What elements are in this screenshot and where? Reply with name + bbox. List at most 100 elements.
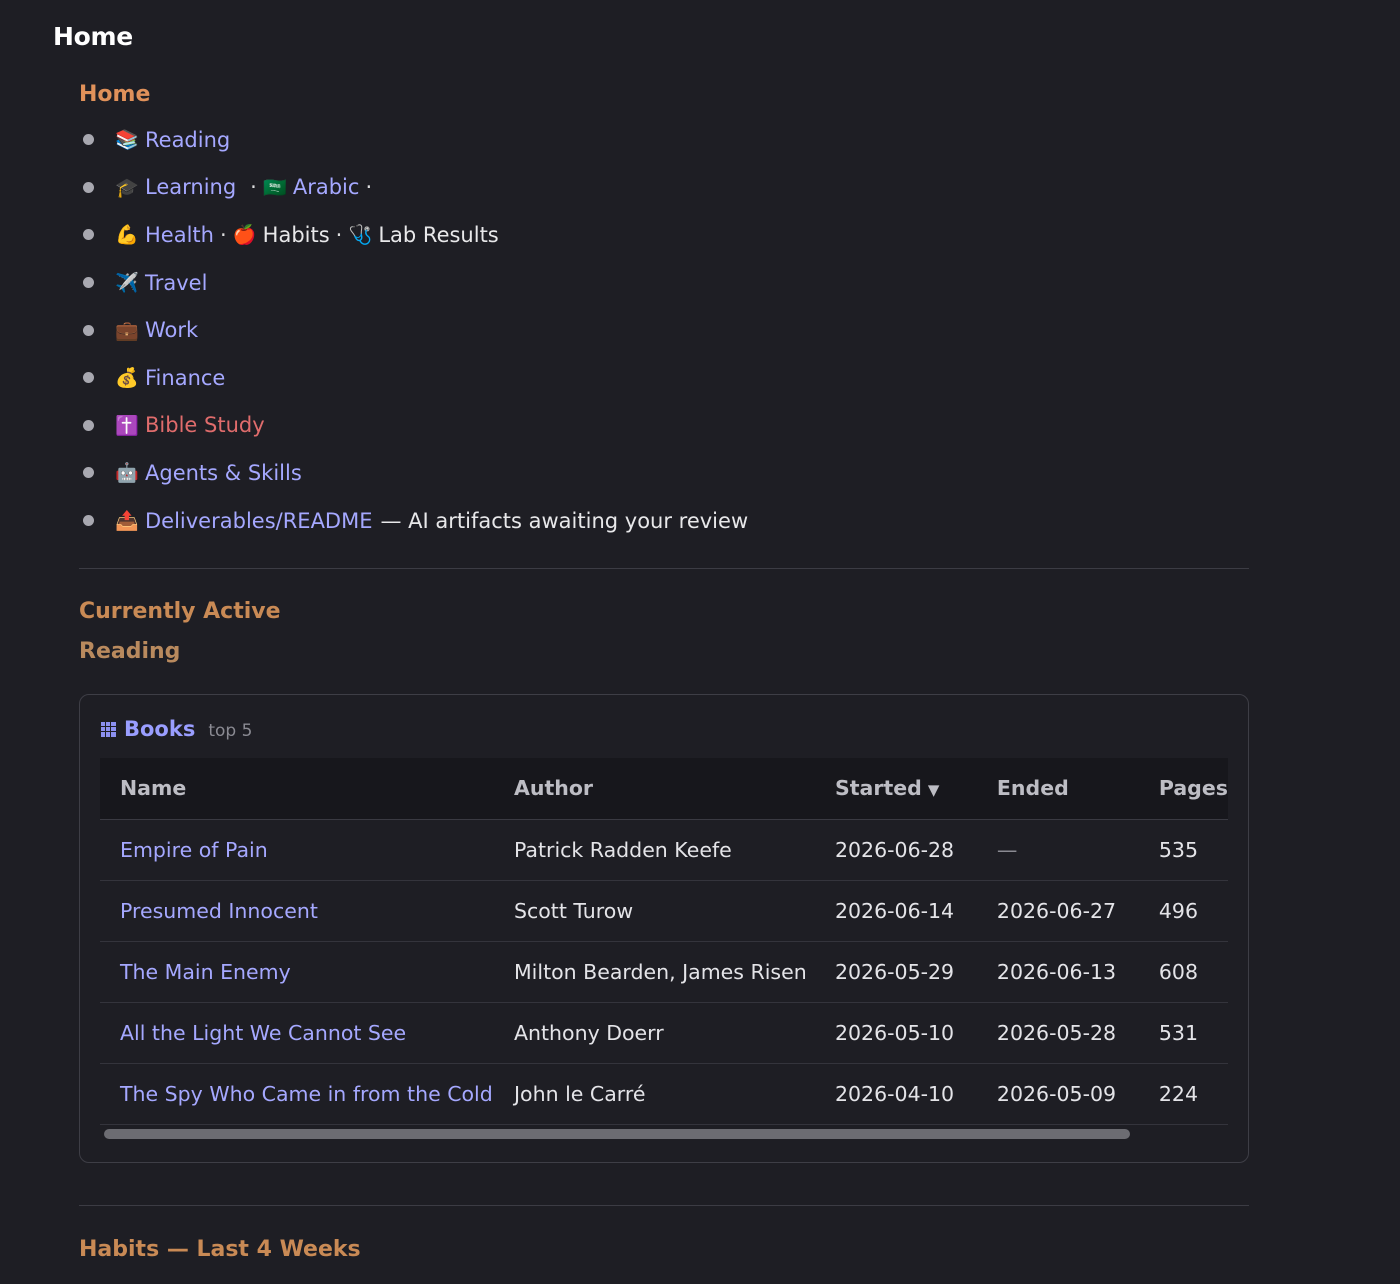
book-name-link[interactable]: Presumed Innocent: [100, 880, 494, 942]
deliverables-description: — AI artifacts awaiting your review: [380, 508, 749, 533]
home-heading: Home: [79, 82, 151, 107]
bullet-icon: [83, 229, 94, 241]
book-author: Anthony Doerr: [493, 1002, 815, 1064]
reading-subheading: Reading: [79, 639, 181, 664]
books-card-header: Books top 5: [101, 717, 252, 741]
book-ended: 2026-06-27: [976, 880, 1139, 942]
books-icon: 📚: [115, 129, 139, 152]
column-header-pages[interactable]: Pages: [1138, 758, 1228, 820]
separator: ·: [250, 175, 257, 200]
book-ended: 2026-06-13: [976, 941, 1139, 1003]
book-pages: 224: [1138, 1063, 1228, 1125]
book-name-link[interactable]: The Main Enemy: [100, 941, 494, 1003]
book-pages: 608: [1138, 941, 1228, 1003]
list-item: 💼 Work: [79, 306, 748, 354]
list-item: 🤖 Agents & Skills: [79, 449, 748, 497]
bullet-icon: [83, 515, 94, 527]
books-card-title[interactable]: Books: [124, 717, 195, 741]
money-bag-icon: 💰: [115, 367, 139, 390]
work-link[interactable]: Work: [145, 318, 198, 342]
agents-skills-link[interactable]: Agents & Skills: [145, 461, 302, 485]
books-card-meta: top 5: [208, 721, 253, 741]
table-row: Empire of Pain Patrick Radden Keefe 2026…: [100, 819, 1228, 881]
separator: ·: [219, 222, 227, 247]
separator: ·: [335, 222, 343, 247]
graduation-cap-icon: 🎓: [115, 176, 139, 199]
list-item: 🎓 Learning · 🇸🇦 Arabic ·: [79, 164, 748, 212]
list-item: 📤 Deliverables/README — AI artifacts awa…: [79, 497, 748, 545]
bullet-icon: [83, 277, 94, 289]
bullet-icon: [83, 134, 94, 146]
column-header-name[interactable]: Name: [100, 758, 494, 820]
book-ended: —: [976, 819, 1139, 881]
table-row: All the Light We Cannot See Anthony Doer…: [100, 1002, 1228, 1064]
sort-descending-icon: ▼: [927, 781, 940, 800]
books-base-card: Books top 5 Name Author Started ▼ Ended P…: [79, 694, 1249, 1163]
divider: [79, 568, 1249, 569]
book-pages: 531: [1138, 1002, 1228, 1064]
book-started: 2026-04-10: [814, 1063, 977, 1125]
table-row: The Main Enemy Milton Bearden, James Ris…: [100, 941, 1228, 1003]
bullet-icon: [83, 419, 94, 431]
book-ended: 2026-05-09: [976, 1063, 1139, 1125]
table-row: The Spy Who Came in from the Cold John l…: [100, 1063, 1228, 1125]
finance-link[interactable]: Finance: [145, 366, 225, 390]
outbox-tray-icon: 📤: [115, 510, 139, 533]
flexed-biceps-icon: 💪: [115, 224, 139, 247]
health-link[interactable]: Health: [145, 223, 214, 247]
list-item: ✝️ Bible Study: [79, 402, 748, 450]
home-link-list: 📚 Reading 🎓 Learning · 🇸🇦 Arabic · 💪 Hea…: [79, 116, 748, 544]
habits-heading: Habits — Last 4 Weeks: [79, 1237, 361, 1262]
book-author: Scott Turow: [493, 880, 815, 942]
airplane-icon: ✈️: [115, 272, 139, 295]
stethoscope-icon: 🩺: [348, 224, 373, 247]
bullet-icon: [83, 372, 94, 384]
learning-link[interactable]: Learning: [145, 175, 236, 199]
book-name-link[interactable]: All the Light We Cannot See: [100, 1002, 494, 1064]
robot-icon: 🤖: [115, 462, 139, 485]
book-name-link[interactable]: Empire of Pain: [100, 819, 494, 881]
column-header-started[interactable]: Started ▼: [814, 758, 977, 820]
book-ended: 2026-05-28: [976, 1002, 1139, 1064]
bullet-icon: [83, 324, 94, 336]
horizontal-scrollbar[interactable]: [104, 1129, 1130, 1139]
apple-icon: 🍎: [232, 224, 257, 247]
habits-link[interactable]: Habits: [263, 223, 330, 247]
list-item: 📚 Reading: [79, 116, 748, 164]
separator: ·: [365, 175, 373, 200]
table-grid-icon: [101, 722, 116, 737]
book-pages: 535: [1138, 819, 1228, 881]
divider: [79, 1205, 1249, 1206]
table-header-row: Name Author Started ▼ Ended Pages: [100, 758, 1228, 820]
briefcase-icon: 💼: [115, 319, 139, 342]
column-header-author[interactable]: Author: [493, 758, 815, 820]
lab-results-link[interactable]: Lab Results: [378, 223, 498, 247]
column-header-ended[interactable]: Ended: [976, 758, 1139, 820]
book-started: 2026-06-14: [814, 880, 977, 942]
saudi-flag-icon: 🇸🇦: [263, 176, 287, 199]
list-item: ✈️ Travel: [79, 259, 748, 307]
table-row: Presumed Innocent Scott Turow 2026-06-14…: [100, 880, 1228, 942]
book-started: 2026-05-29: [814, 941, 977, 1003]
bullet-icon: [83, 181, 94, 193]
travel-link[interactable]: Travel: [145, 271, 207, 295]
bible-study-link[interactable]: Bible Study: [145, 413, 265, 437]
book-author: Patrick Radden Keefe: [493, 819, 815, 881]
arabic-link[interactable]: Arabic: [293, 175, 360, 199]
book-started: 2026-05-10: [814, 1002, 977, 1064]
column-header-started-label: Started: [834, 776, 922, 801]
book-author: Milton Bearden, James Risen: [493, 941, 815, 1003]
reading-link[interactable]: Reading: [145, 128, 230, 152]
book-pages: 496: [1138, 880, 1228, 942]
list-item: 💰 Finance: [79, 354, 748, 402]
list-item: 💪 Health · 🍎 Habits · 🩺 Lab Results: [79, 211, 748, 259]
page-title: Home: [53, 22, 133, 51]
book-name-link[interactable]: The Spy Who Came in from the Cold: [100, 1063, 494, 1125]
bullet-icon: [83, 467, 94, 479]
cross-icon: ✝️: [115, 414, 139, 437]
books-table: Name Author Started ▼ Ended Pages Empire …: [100, 758, 1228, 1125]
book-started: 2026-06-28: [814, 819, 977, 881]
currently-active-heading: Currently Active: [79, 599, 281, 624]
book-author: John le Carré: [493, 1063, 815, 1125]
deliverables-readme-link[interactable]: Deliverables/README: [145, 509, 373, 533]
